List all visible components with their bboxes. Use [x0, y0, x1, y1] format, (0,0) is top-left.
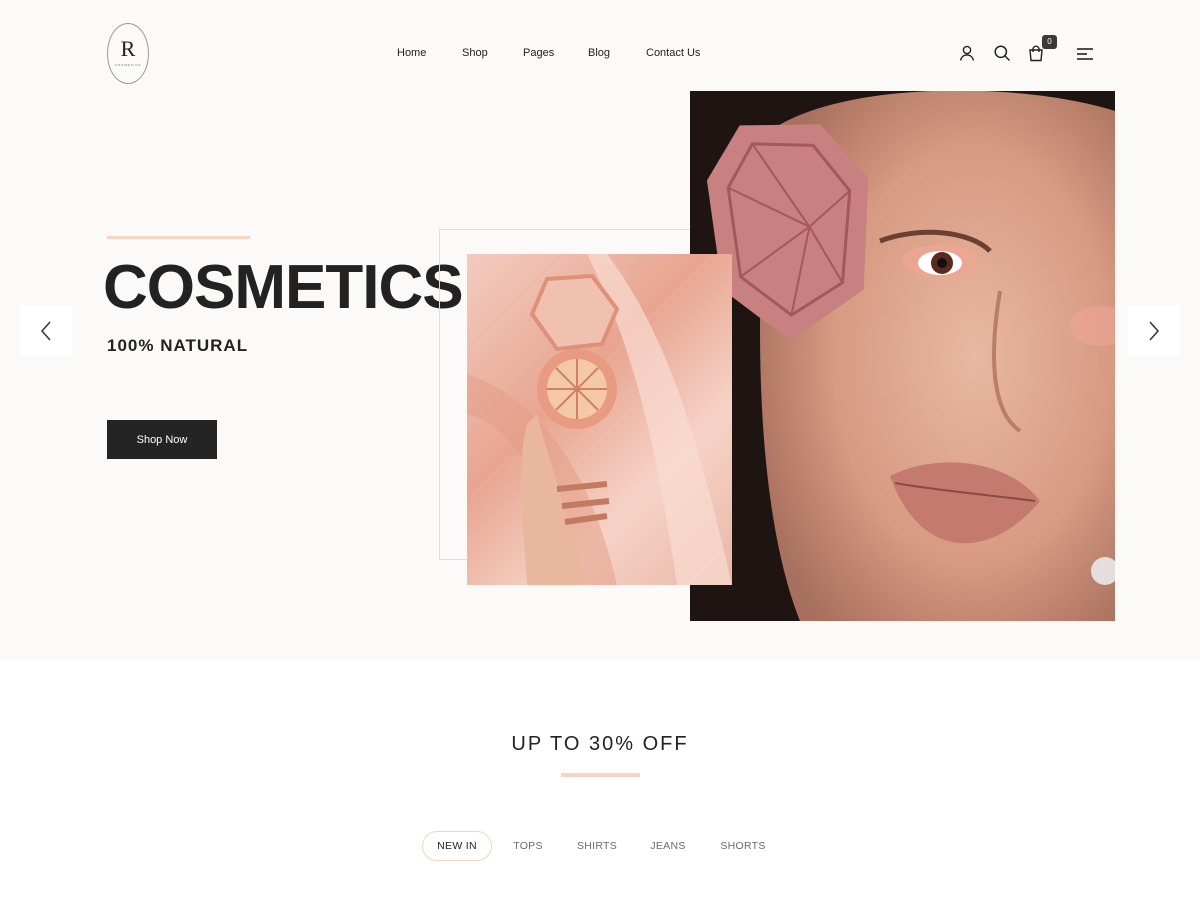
- nav-home[interactable]: Home: [397, 47, 426, 59]
- section-accent-line: [561, 773, 640, 777]
- menu-icon[interactable]: [1076, 45, 1094, 63]
- tab-tops[interactable]: TOPS: [505, 831, 551, 861]
- tab-shorts[interactable]: SHORTS: [715, 831, 771, 861]
- carousel-next-button[interactable]: [1128, 306, 1180, 356]
- logo-letter: R: [120, 36, 136, 61]
- logo-subtext: COSMETICS: [114, 63, 142, 67]
- nav-blog[interactable]: Blog: [588, 47, 610, 59]
- hero-title: COSMETICS: [103, 253, 464, 322]
- user-icon[interactable]: [958, 44, 976, 62]
- cart-count-badge: 0: [1042, 35, 1057, 49]
- brand-logo[interactable]: R COSMETICS: [107, 23, 149, 84]
- carousel-prev-button[interactable]: [20, 306, 72, 356]
- chevron-right-icon: [1149, 321, 1160, 341]
- shop-now-button[interactable]: Shop Now: [107, 420, 217, 459]
- nav-shop[interactable]: Shop: [462, 47, 488, 59]
- tab-shirts[interactable]: SHIRTS: [572, 831, 622, 861]
- search-icon[interactable]: [993, 44, 1011, 62]
- nav-contact[interactable]: Contact Us: [646, 47, 700, 59]
- chevron-left-icon: [40, 321, 51, 341]
- section-title: UP TO 30% OFF: [511, 733, 689, 755]
- hero-model-photo: [690, 91, 1115, 621]
- product-filter-tabs: NEW IN TOPS SHIRTS JEANS SHORTS: [0, 831, 1200, 861]
- hero-subtitle: 100% NATURAL: [107, 336, 249, 355]
- tab-new-in[interactable]: NEW IN: [422, 831, 492, 861]
- nav-pages[interactable]: Pages: [523, 47, 554, 59]
- hero-accent-line: [107, 236, 250, 239]
- tab-jeans[interactable]: JEANS: [645, 831, 691, 861]
- palette-product-photo: [467, 254, 732, 585]
